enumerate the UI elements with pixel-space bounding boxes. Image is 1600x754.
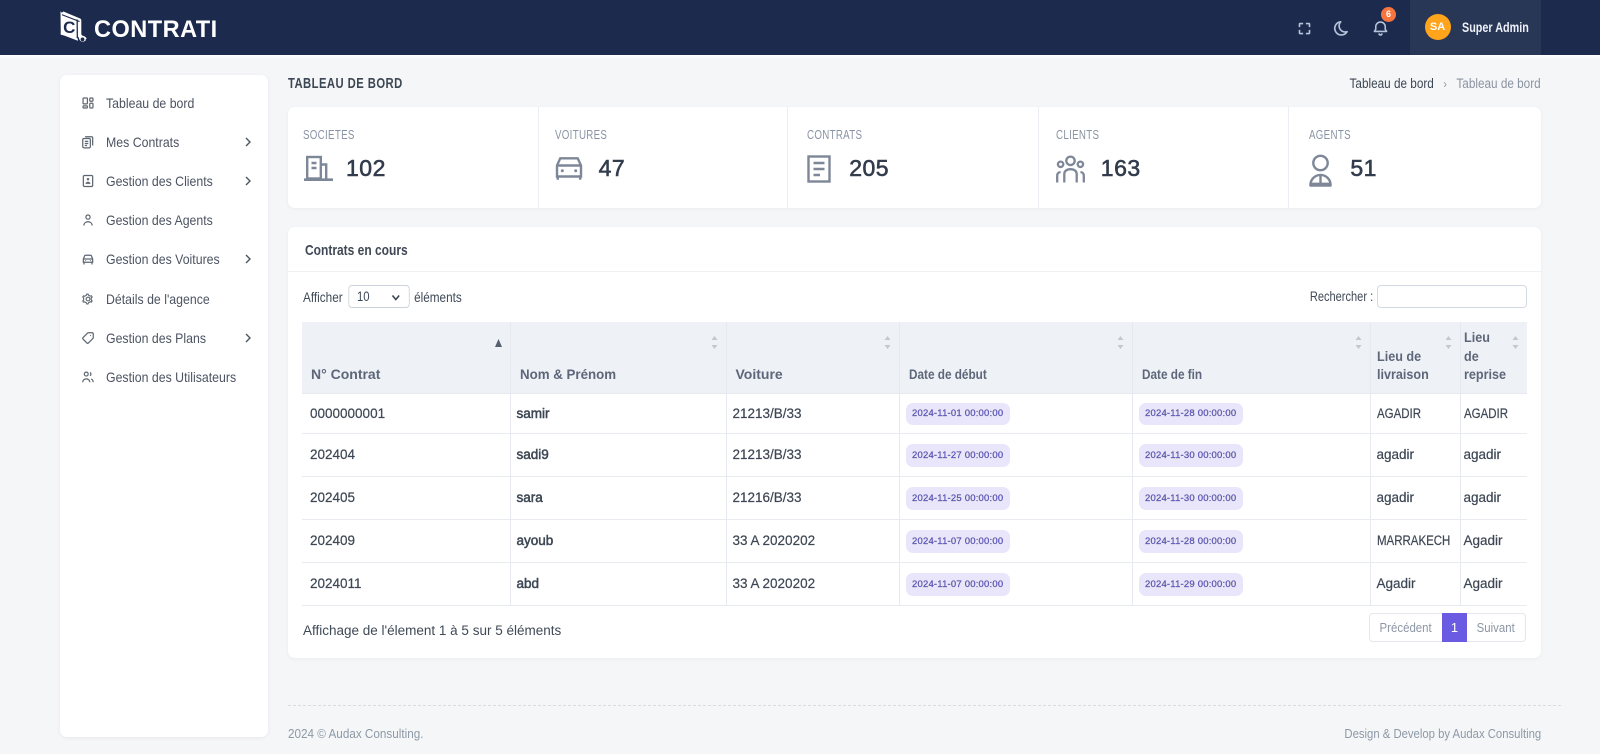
svg-text:C: C [63, 18, 75, 37]
